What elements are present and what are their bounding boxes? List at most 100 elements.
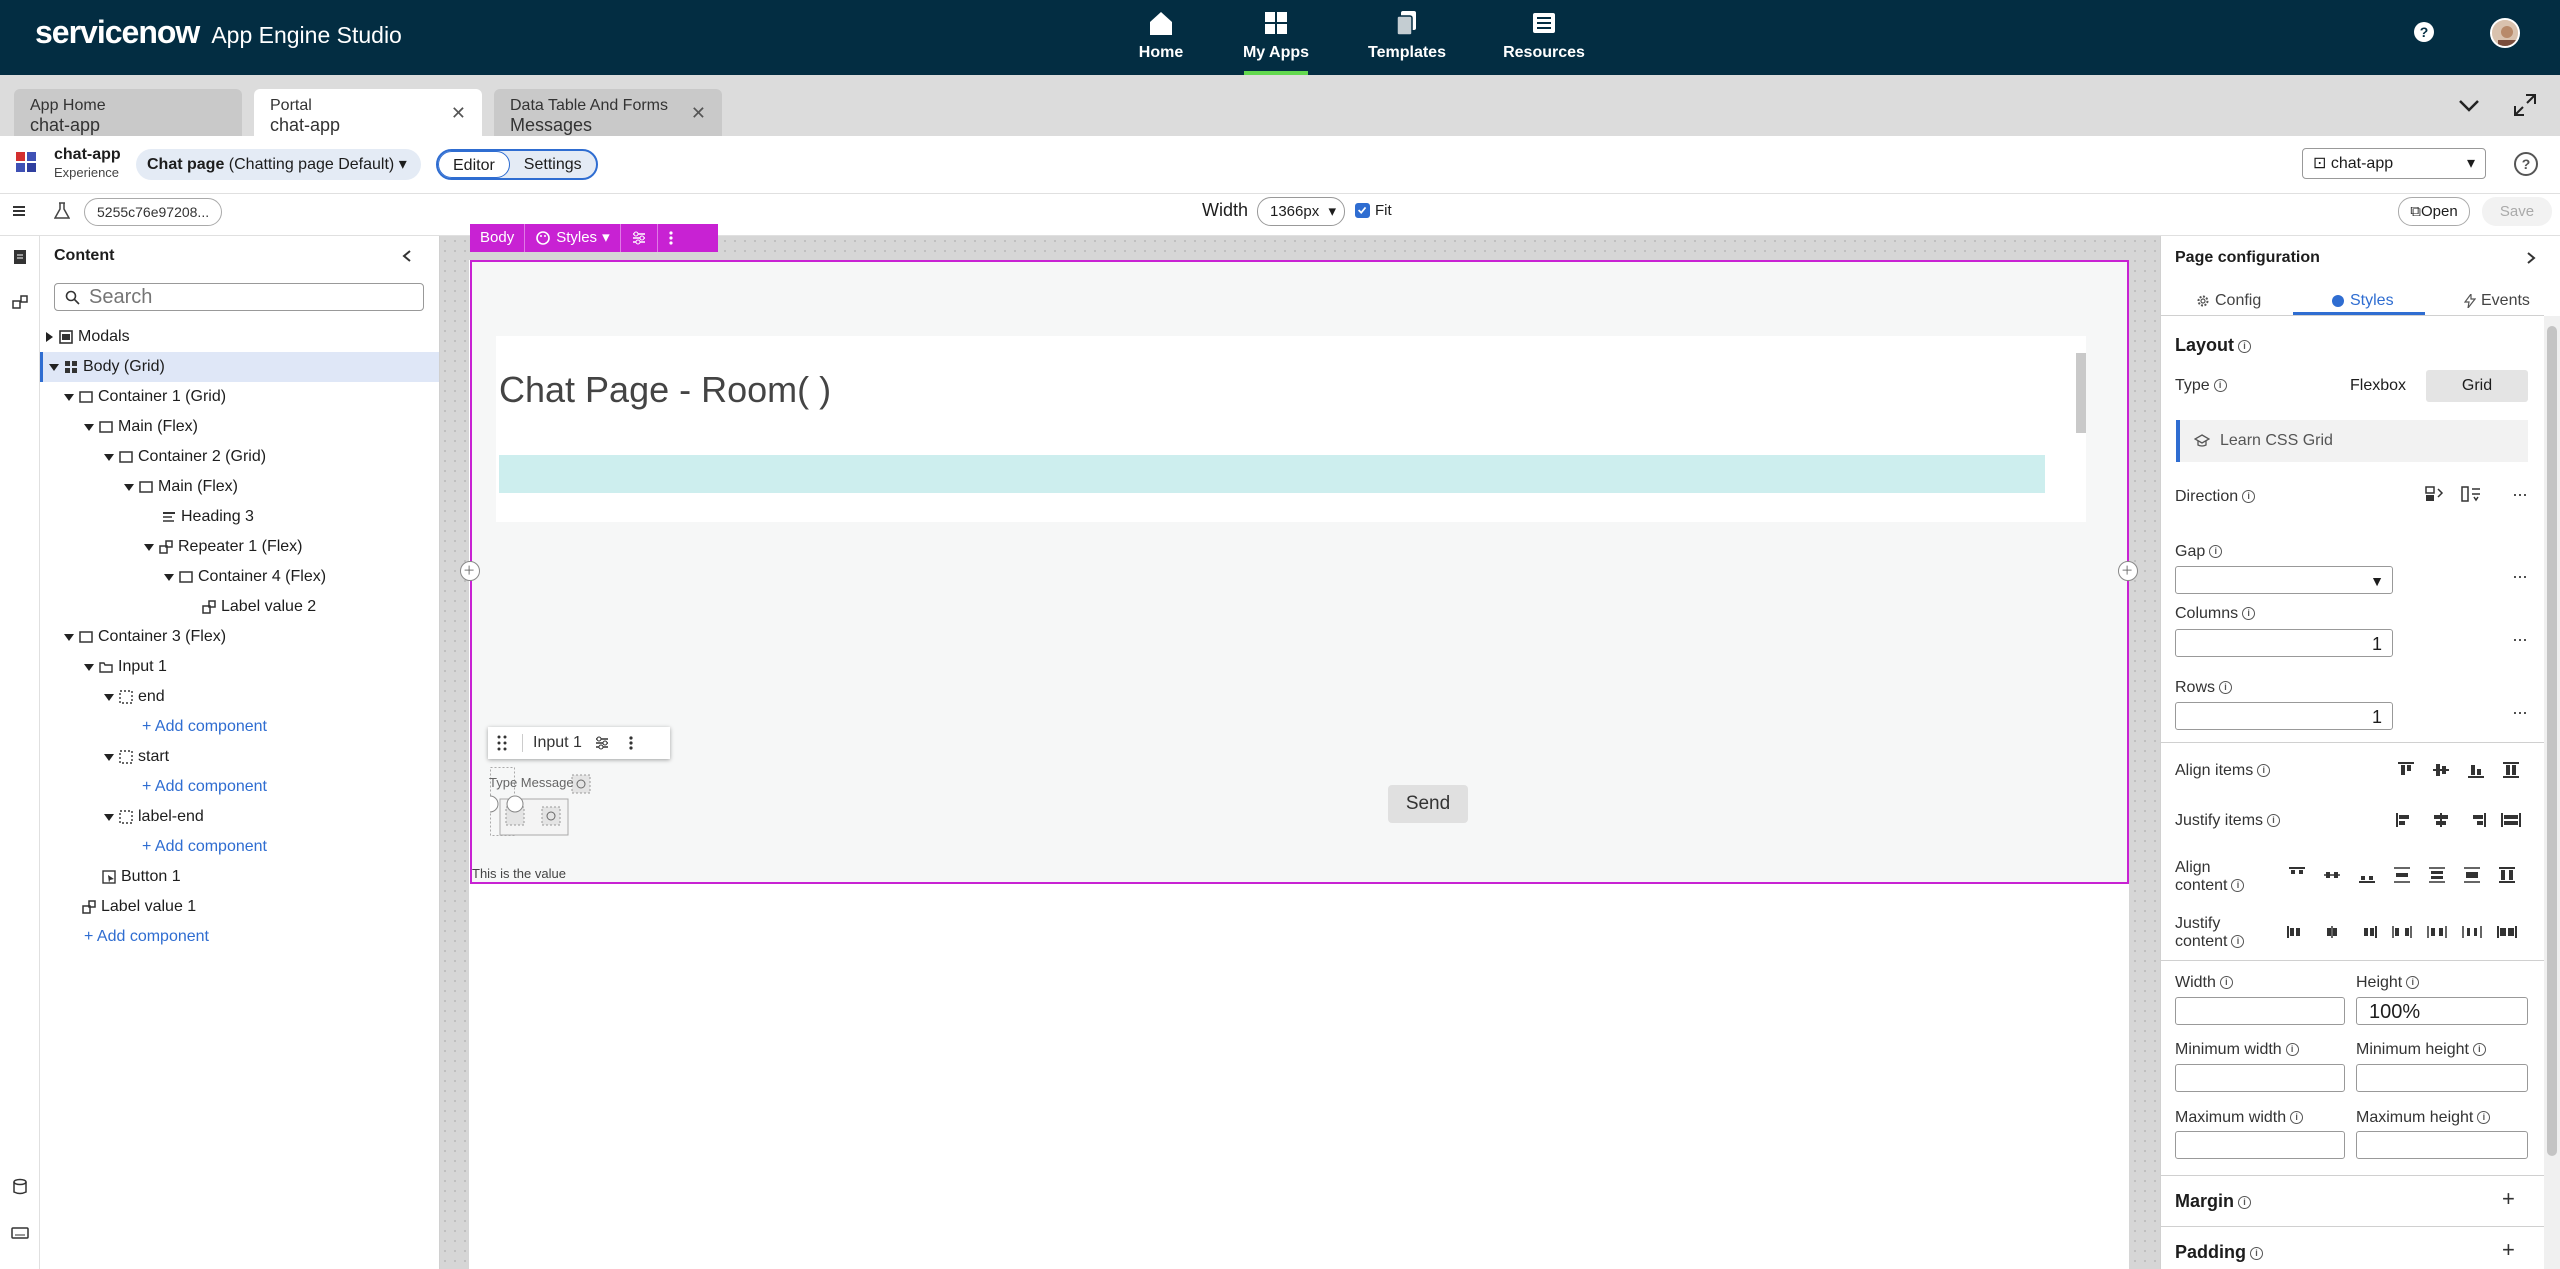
- justify-content-end-icon[interactable]: [2356, 923, 2378, 941]
- min-height-input[interactable]: [2356, 1064, 2528, 1092]
- more-options-icon[interactable]: ···: [2512, 566, 2528, 587]
- justify-content-evenly-icon[interactable]: [2461, 923, 2483, 941]
- caret-down-icon[interactable]: [64, 632, 74, 642]
- align-content-start-icon[interactable]: [2286, 866, 2308, 884]
- justify-content-around-icon[interactable]: [2426, 923, 2448, 941]
- settings-button[interactable]: Settings: [510, 151, 596, 178]
- caret-down-icon[interactable]: [104, 692, 114, 702]
- search-input[interactable]: [89, 286, 409, 308]
- styles-button[interactable]: Styles ▾: [525, 224, 621, 252]
- align-content-end-icon[interactable]: [2356, 866, 2378, 884]
- align-stretch-icon[interactable]: [2500, 761, 2522, 779]
- type-flexbox-option[interactable]: Flexbox: [2350, 377, 2406, 395]
- justify-content-stretch-icon[interactable]: [2496, 923, 2518, 941]
- justify-start-icon[interactable]: [2395, 811, 2417, 829]
- close-icon[interactable]: ✕: [691, 103, 706, 124]
- tab-app-home[interactable]: App Home chat-app: [14, 89, 242, 136]
- caret-down-icon[interactable]: [49, 362, 59, 372]
- tree-item-slot-start[interactable]: start: [104, 742, 169, 772]
- open-button[interactable]: ⧉Open: [2398, 197, 2470, 226]
- tree-item-button-1[interactable]: Button 1: [102, 862, 181, 892]
- more-options-button[interactable]: [658, 224, 684, 252]
- nav-home[interactable]: Home: [1138, 0, 1184, 75]
- add-component-link[interactable]: + Add component: [142, 772, 267, 802]
- type-grid-option[interactable]: Grid: [2426, 370, 2528, 402]
- page-selector[interactable]: Chat page (Chatting page Default) ▾: [136, 149, 421, 180]
- send-button[interactable]: Send: [1388, 785, 1468, 823]
- tree-item-modals[interactable]: Modals: [44, 322, 130, 352]
- kebab-icon[interactable]: [628, 735, 634, 751]
- tab-portal[interactable]: Portal chat-app ✕: [254, 89, 482, 136]
- learn-css-grid-link[interactable]: Learn CSS Grid: [2176, 420, 2528, 462]
- body-label[interactable]: Body: [470, 224, 526, 252]
- max-width-input[interactable]: [2175, 1131, 2345, 1159]
- expand-plus-icon[interactable]: +: [2502, 1237, 2515, 1263]
- tree-item-container-4[interactable]: Container 4 (Flex): [164, 562, 326, 592]
- tree-item-slot-end[interactable]: end: [104, 682, 165, 712]
- tree-item-repeater-1[interactable]: Repeater 1 (Flex): [144, 532, 303, 562]
- justify-content-center-icon[interactable]: [2321, 923, 2343, 941]
- expand-plus-icon[interactable]: +: [2502, 1186, 2515, 1212]
- columns-input[interactable]: 1: [2175, 629, 2393, 657]
- align-content-center-icon[interactable]: [2321, 866, 2343, 884]
- input-label[interactable]: Input 1: [522, 734, 582, 752]
- editor-button[interactable]: Editor: [438, 151, 510, 178]
- caret-down-icon[interactable]: [104, 752, 114, 762]
- caret-down-icon[interactable]: [104, 812, 114, 822]
- tree-item-slot-label-end[interactable]: label-end: [104, 802, 204, 832]
- configure-button[interactable]: [621, 224, 658, 252]
- flask-icon[interactable]: [54, 202, 70, 220]
- rows-input[interactable]: 1: [2175, 702, 2393, 730]
- tab-styles[interactable]: Styles: [2331, 287, 2394, 315]
- caret-down-icon[interactable]: [64, 392, 74, 402]
- nav-my-apps[interactable]: My Apps: [1243, 0, 1309, 75]
- caret-down-icon[interactable]: [144, 542, 154, 552]
- align-start-icon[interactable]: [2395, 761, 2417, 779]
- width-select[interactable]: 1366px ▾: [1257, 197, 1345, 226]
- drag-handle-icon[interactable]: [496, 734, 508, 752]
- components-icon[interactable]: [11, 293, 29, 311]
- tree-item-main-2[interactable]: Main (Flex): [124, 472, 238, 502]
- justify-stretch-icon[interactable]: [2500, 811, 2522, 829]
- align-center-icon[interactable]: [2430, 761, 2452, 779]
- caret-right-icon[interactable]: [44, 332, 54, 342]
- align-content-evenly-icon[interactable]: [2461, 866, 2483, 884]
- caret-down-icon[interactable]: [164, 572, 174, 582]
- expand-icon[interactable]: [2512, 92, 2538, 118]
- menu-icon[interactable]: [12, 204, 26, 218]
- app-scope-select[interactable]: ⊡ chat-app ▾: [2302, 148, 2486, 179]
- width-input[interactable]: [2175, 997, 2345, 1025]
- more-options-icon[interactable]: ···: [2512, 484, 2528, 505]
- chevron-down-icon[interactable]: [2456, 92, 2482, 118]
- align-content-stretch-icon[interactable]: [2496, 866, 2518, 884]
- add-component-link[interactable]: + Add component: [142, 712, 267, 742]
- nav-resources[interactable]: Resources: [1503, 0, 1585, 75]
- gap-select[interactable]: ▼: [2175, 566, 2393, 594]
- tab-data-table-forms[interactable]: Data Table And Forms Messages ✕: [494, 89, 722, 136]
- align-content-between-icon[interactable]: [2391, 866, 2413, 884]
- tree-item-main-1[interactable]: Main (Flex): [84, 412, 198, 442]
- tree-item-label-value-1[interactable]: Label value 1: [82, 892, 196, 922]
- caret-down-icon[interactable]: [84, 422, 94, 432]
- add-component-link[interactable]: + Add component: [142, 832, 267, 862]
- help-icon[interactable]: ?: [2414, 22, 2434, 42]
- add-right-icon[interactable]: [2118, 561, 2138, 581]
- direction-row-icon[interactable]: [2424, 485, 2446, 503]
- card-scrollbar[interactable]: [2074, 343, 2086, 515]
- min-width-input[interactable]: [2175, 1064, 2345, 1092]
- save-button[interactable]: Save: [2482, 197, 2552, 226]
- nav-templates[interactable]: Templates: [1368, 0, 1446, 75]
- chevron-right-icon[interactable]: [2524, 251, 2538, 265]
- caret-down-icon[interactable]: [84, 662, 94, 672]
- direction-column-icon[interactable]: [2460, 485, 2482, 503]
- avatar[interactable]: [2490, 18, 2520, 48]
- tree-item-input-1[interactable]: Input 1: [84, 652, 167, 682]
- keyboard-icon[interactable]: [11, 1224, 29, 1242]
- tree-item-container-3[interactable]: Container 3 (Flex): [64, 622, 226, 652]
- tab-config[interactable]: Config: [2196, 287, 2261, 315]
- margin-section[interactable]: Margin i: [2175, 1191, 2252, 1212]
- panel-scrollbar[interactable]: [2544, 316, 2560, 1269]
- justify-end-icon[interactable]: [2465, 811, 2487, 829]
- tree-item-container-2[interactable]: Container 2 (Grid): [104, 442, 266, 472]
- chevron-left-icon[interactable]: [400, 249, 414, 263]
